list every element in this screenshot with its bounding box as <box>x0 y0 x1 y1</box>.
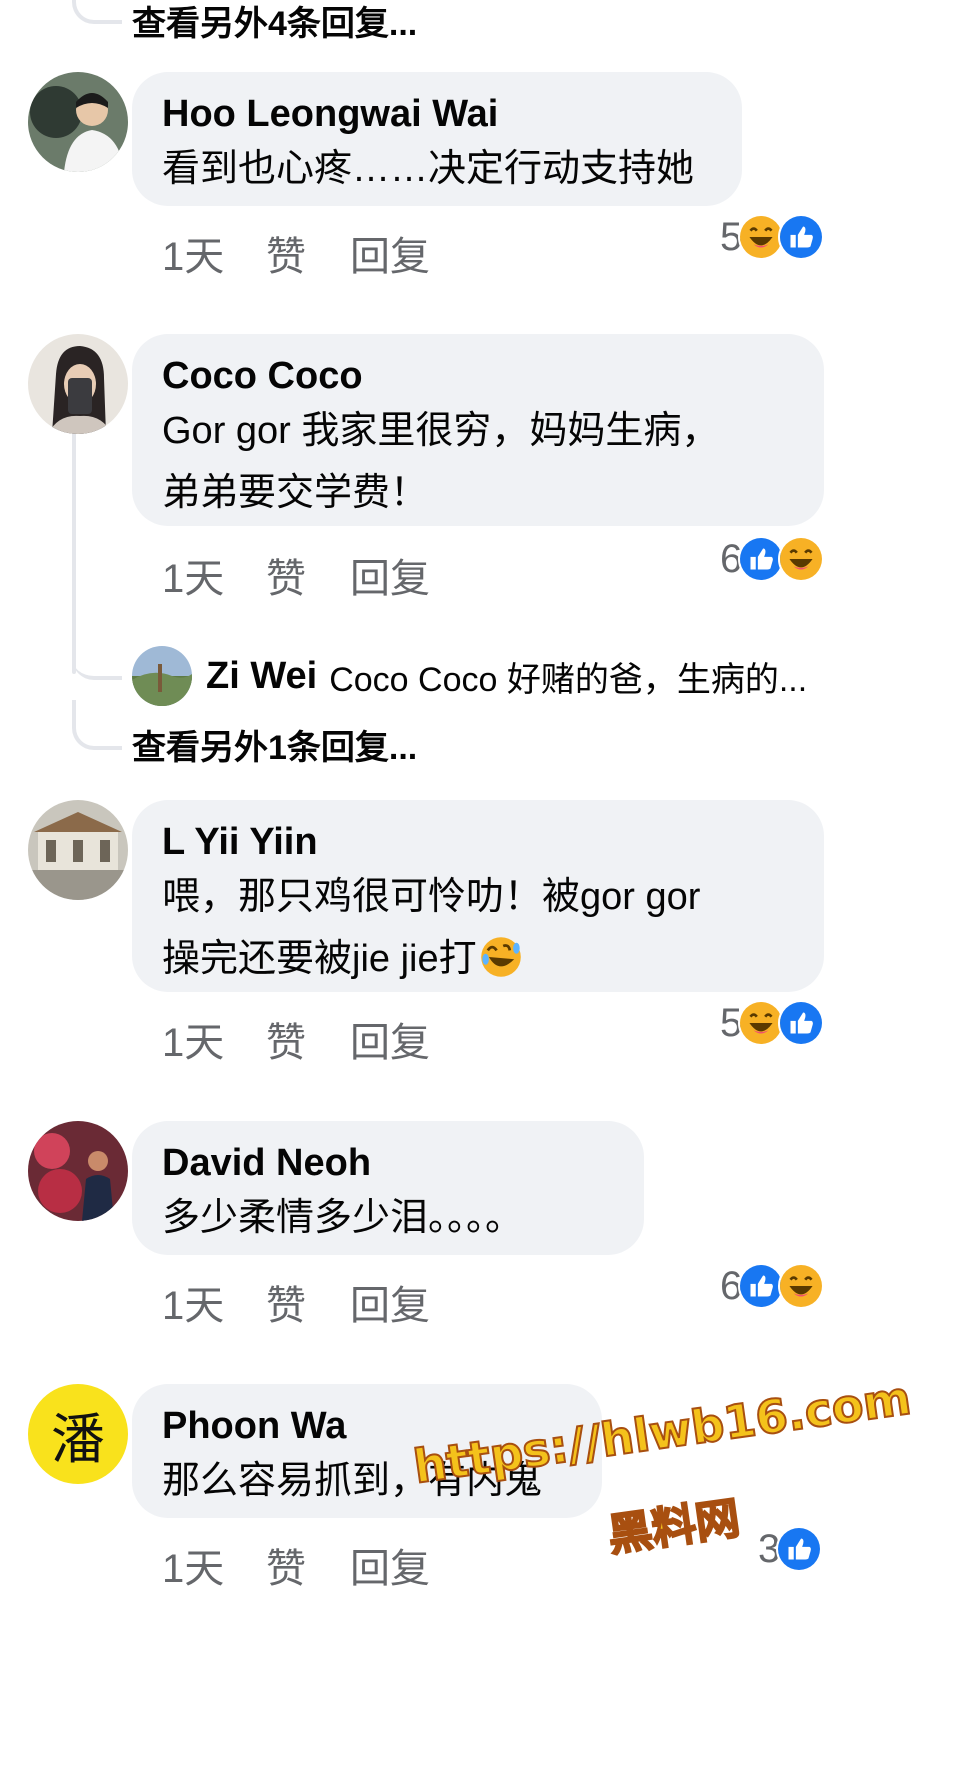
haha-icon <box>778 1263 825 1309</box>
comment-text: 多少柔情多少泪。。。。 <box>162 1197 524 1239</box>
comment-text: 看到也心疼……决定行动支持她 <box>162 148 695 190</box>
comment-text: 喂，那只鸡很可怜叻！被gor gor 操完还要被jie jie打 <box>162 866 794 990</box>
avatar-phoon-wa[interactable]: 潘 <box>28 1384 128 1484</box>
comment-time[interactable]: 1天 <box>162 1536 224 1594</box>
reaction-summary[interactable]: 5 <box>720 214 825 260</box>
rofl-emoji-icon <box>479 935 523 979</box>
comment-text: Gor gor 我家里很穷，妈妈生病， 弟弟要交学费！ <box>162 410 720 514</box>
reply-button[interactable]: 回复 <box>350 1273 430 1331</box>
like-icon <box>776 1526 823 1572</box>
avatar-character: 潘 <box>51 1407 105 1471</box>
comment-bubble: Coco Coco Gor gor 我家里很穷，妈妈生病， 弟弟要交学费！ <box>132 334 824 526</box>
like-button[interactable]: 赞 <box>266 1010 306 1068</box>
thread-branch-reply <box>72 630 122 680</box>
like-button[interactable]: 赞 <box>266 1536 306 1594</box>
comment-bubble: David Neoh 多少柔情多少泪。。。。 <box>132 1121 644 1255</box>
avatar-coco[interactable] <box>28 334 128 434</box>
commenter-name[interactable]: L Yii Yiin <box>162 818 794 866</box>
comment-bubble: Hoo Leongwai Wai 看到也心疼……决定行动支持她 <box>132 72 742 206</box>
like-button[interactable]: 赞 <box>266 546 306 604</box>
nested-reply[interactable]: Zi Wei Coco Coco 好赌的爸，生病的... <box>132 646 807 706</box>
reaction-summary[interactable]: 6 <box>720 1263 825 1309</box>
reply-author-name[interactable]: Zi Wei <box>206 655 317 698</box>
reply-text: Coco Coco 好赌的爸，生病的... <box>329 660 808 699</box>
comment-time[interactable]: 1天 <box>162 1010 224 1068</box>
commenter-name[interactable]: David Neoh <box>162 1139 614 1187</box>
avatar-david-neoh[interactable] <box>28 1121 128 1221</box>
like-icon <box>778 1000 825 1046</box>
reply-button[interactable]: 回复 <box>350 546 430 604</box>
comment-actions: 1天 赞 回复 <box>162 224 462 279</box>
comment-text-body: 喂，那只鸡很可怜叻！被gor gor 操完还要被jie jie打 <box>162 876 701 980</box>
comment-actions: 1天 赞 回复 <box>162 1273 462 1328</box>
haha-icon <box>778 536 825 582</box>
comment-actions: 1天 赞 回复 <box>162 1536 462 1591</box>
comment-actions: 1天 赞 回复 <box>162 1010 462 1065</box>
thread-line-end <box>72 700 122 750</box>
commenter-name[interactable]: Coco Coco <box>162 352 794 400</box>
like-button[interactable]: 赞 <box>266 224 306 282</box>
comment-actions: 1天 赞 回复 <box>162 546 462 601</box>
reply-button[interactable]: 回复 <box>350 224 430 282</box>
like-button[interactable]: 赞 <box>266 1273 306 1331</box>
view-more-replies-top[interactable]: 查看另外4条回复... <box>132 0 417 45</box>
reaction-summary[interactable]: 5 <box>720 1000 825 1046</box>
reaction-summary[interactable]: 3 <box>758 1526 823 1572</box>
comment-time[interactable]: 1天 <box>162 546 224 604</box>
comment-bubble: L Yii Yiin 喂，那只鸡很可怜叻！被gor gor 操完还要被jie j… <box>132 800 824 992</box>
commenter-name[interactable]: Hoo Leongwai Wai <box>162 90 712 138</box>
comment-time[interactable]: 1天 <box>162 1273 224 1331</box>
reply-button[interactable]: 回复 <box>350 1536 430 1594</box>
avatar-l-yii-yiin[interactable] <box>28 800 128 900</box>
watermark-site: 黑料网 <box>604 1492 744 1563</box>
view-more-replies[interactable]: 查看另外1条回复... <box>132 720 417 769</box>
reaction-summary[interactable]: 6 <box>720 536 825 582</box>
reply-button[interactable]: 回复 <box>350 1010 430 1068</box>
avatar-hoo-leongwai[interactable] <box>28 72 128 172</box>
avatar-zi-wei[interactable] <box>132 646 192 706</box>
like-icon <box>778 214 825 260</box>
thread-line-top <box>72 0 122 24</box>
comment-time[interactable]: 1天 <box>162 224 224 282</box>
